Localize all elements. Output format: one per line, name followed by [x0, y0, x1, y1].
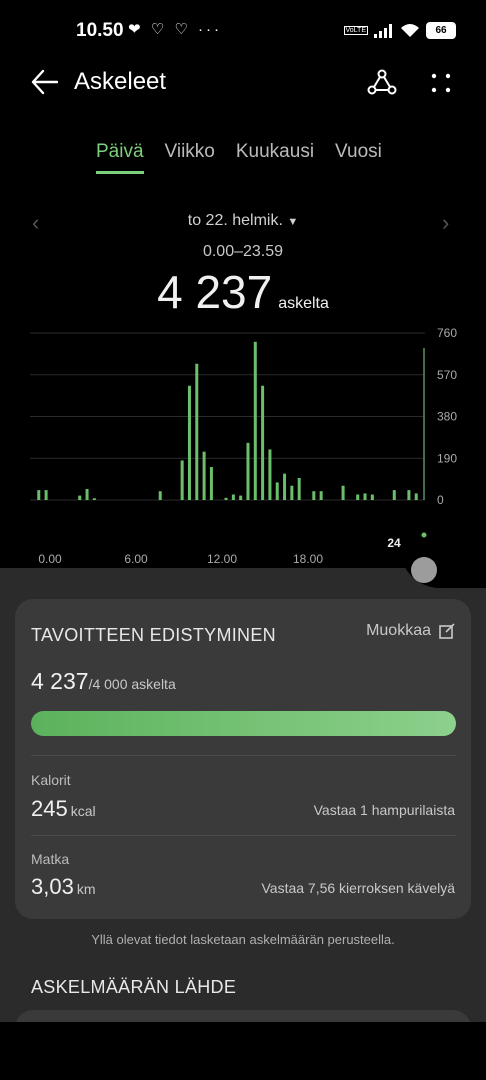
y-tick-label: 190 — [437, 451, 457, 465]
chart-bar — [44, 490, 48, 500]
battery-icon: 66 — [426, 22, 456, 39]
chart-bar — [246, 442, 250, 500]
goal-progress-text: 4 237/4 000 askelta — [31, 668, 176, 695]
edit-goal-label: Muokkaa — [366, 622, 431, 639]
goal-card — [15, 599, 471, 919]
chart-bar — [195, 363, 199, 500]
step-total: 4 237 askelta — [0, 265, 486, 319]
edit-icon — [439, 623, 455, 639]
y-tick-label: 0 — [437, 493, 444, 507]
heart-icon: ♡ — [174, 21, 191, 38]
chart-bar — [356, 494, 360, 500]
distance-value: 3,03 km — [31, 874, 96, 900]
chart-bar — [202, 451, 206, 500]
x-tick-label: 0.00 — [38, 552, 62, 566]
status-time: 10.50 — [76, 20, 124, 41]
goal-target: /4 000 askelta — [88, 676, 176, 692]
step-unit: askelta — [278, 295, 329, 312]
volte-icon: VoLTE — [343, 26, 368, 35]
share-icon[interactable] — [366, 68, 398, 98]
date-label: to 22. helmik. — [187, 212, 283, 229]
timeline-scrubber-handle[interactable] — [411, 557, 437, 583]
chart-bar — [253, 341, 257, 500]
chat-icon: ❤ — [128, 21, 144, 38]
calories-equivalent: Vastaa 1 hampurilaista — [313, 802, 455, 818]
data-note: Yllä olevat tiedot lasketaan askelmäärän… — [91, 932, 395, 947]
chart-bar — [239, 495, 243, 500]
goal-current: 4 237 — [31, 668, 89, 694]
time-range: 0.00–23.59 — [202, 243, 284, 260]
tab-week[interactable]: Viikko — [165, 141, 215, 174]
calories-label: Kalorit — [31, 772, 71, 788]
chart-bar — [319, 491, 323, 500]
chart-bar — [341, 485, 345, 500]
step-count: 4 237 — [157, 266, 273, 318]
distance-label: Matka — [31, 851, 70, 867]
more-options-icon[interactable] — [430, 72, 452, 94]
chart-bar — [297, 478, 301, 500]
navigation-bar — [0, 1022, 486, 1080]
chart-bar — [290, 485, 294, 500]
chart-bar — [180, 460, 184, 500]
chart-bar — [414, 493, 418, 500]
tab-year[interactable]: Vuosi — [335, 141, 382, 174]
notification-icons: ❤ ♡ ♡ ··· — [128, 20, 222, 38]
divider — [31, 755, 456, 756]
chart-bar — [187, 385, 191, 500]
chart-bar — [283, 473, 287, 500]
status-indicators: VoLTE 66 — [343, 22, 456, 39]
chart-bar — [209, 467, 213, 500]
chart-bar — [224, 497, 228, 500]
distance-equivalent: Vastaa 7,56 kierroksen kävelyä — [261, 880, 455, 896]
goal-progress-bar — [31, 711, 456, 736]
y-tick-label: 570 — [437, 368, 457, 382]
chart-bar — [363, 493, 367, 500]
health-icon: ♡ — [150, 21, 168, 38]
calories-unit: kcal — [70, 803, 96, 819]
x-tick-label: 6.00 — [124, 552, 148, 566]
dropdown-arrow-icon: ▼ — [287, 216, 299, 228]
distance-number: 3,03 — [31, 874, 74, 899]
chart-bar — [312, 491, 316, 500]
date-selector[interactable]: to 22. helmik. ▼ — [0, 212, 486, 230]
current-time-dot — [421, 532, 427, 538]
divider — [31, 835, 456, 836]
current-hour-label: 24 — [387, 536, 401, 550]
page-title: Askeleet — [74, 68, 167, 95]
wifi-icon — [401, 24, 419, 37]
chart-bar — [407, 490, 411, 500]
source-section-title: ASKELMÄÄRÄN LÄHDE — [31, 977, 237, 997]
x-tick-label: 12.00 — [207, 552, 237, 566]
y-tick-label: 380 — [437, 410, 457, 424]
chart-bar — [37, 490, 41, 500]
goal-title: TAVOITTEEN EDISTYMINEN — [31, 625, 276, 645]
chart-bar — [85, 489, 89, 500]
chart-bar — [275, 482, 279, 500]
chart-bar — [92, 498, 96, 500]
chart-bar — [392, 490, 396, 500]
more-notifications-icon: ··· — [198, 21, 222, 38]
chart-bar — [231, 494, 235, 500]
back-arrow-icon[interactable] — [30, 69, 58, 95]
chart-bar — [268, 449, 272, 500]
tab-day[interactable]: Päivä — [96, 141, 144, 174]
chart-bar — [158, 491, 162, 500]
chart-bar — [78, 495, 82, 500]
y-tick-label: 760 — [437, 326, 457, 340]
steps-chart: 760 570 380 190 0 0.00 6.00 12.00 18.00 24 — [30, 326, 457, 566]
x-tick-label: 18.00 — [293, 552, 323, 566]
signal-icon — [374, 23, 392, 38]
edit-goal-button[interactable]: Muokkaa — [366, 622, 455, 640]
tab-month[interactable]: Kuukausi — [236, 141, 314, 174]
calories-number: 245 — [31, 796, 68, 821]
period-tabs: Päivä Viikko Kuukausi Vuosi — [96, 141, 382, 174]
chart-bar — [370, 494, 374, 500]
chart-bar — [261, 385, 265, 500]
calories-value: 245 kcal — [31, 796, 96, 822]
distance-unit: km — [76, 881, 96, 897]
